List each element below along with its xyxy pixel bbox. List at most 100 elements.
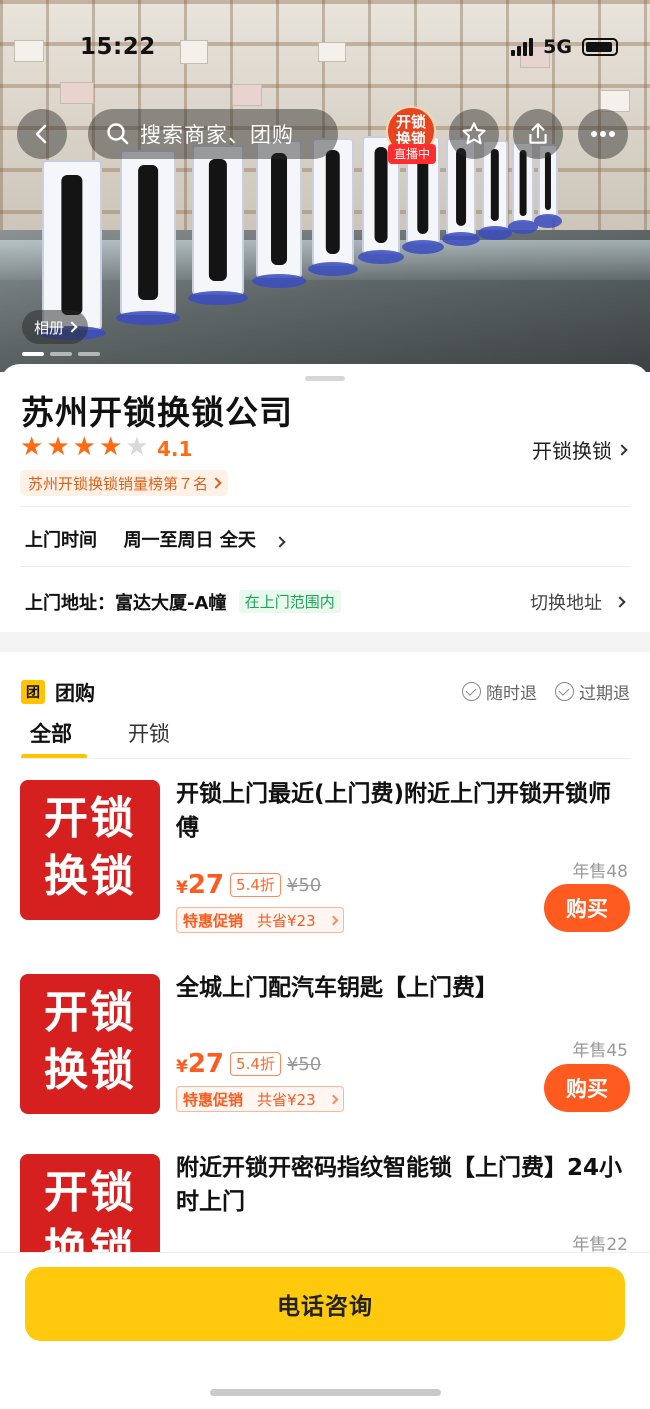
back-icon	[35, 124, 47, 144]
home-indicator	[210, 1389, 441, 1396]
chevron-right-icon	[210, 477, 222, 489]
section-separator	[0, 632, 650, 652]
star-outline-icon	[462, 122, 486, 145]
deal-price: ¥27	[176, 870, 225, 900]
sheet-grabber[interactable]	[305, 376, 345, 381]
call-consult-button[interactable]: 电话咨询	[25, 1267, 625, 1341]
service-time-value: 周一至周日 全天	[123, 530, 256, 551]
deal-title: 全城上门配汽车钥匙【上门费】	[176, 975, 498, 1001]
divider	[20, 566, 630, 567]
check-circle-icon	[462, 682, 481, 701]
deal-sales: 年售45	[572, 1041, 628, 1061]
deal-image: 开锁 换锁	[20, 1154, 160, 1252]
deal-title: 开锁上门最近(上门费)附近上门开锁开锁师傅	[176, 781, 612, 841]
promo-tag: 特惠促销 共省¥23	[176, 907, 344, 933]
shelf-box	[318, 42, 346, 62]
live-tag: 直播中	[388, 144, 436, 164]
share-button[interactable]	[513, 109, 563, 159]
star-filled-icon: ★	[20, 432, 44, 462]
address-label: 上门地址：	[25, 593, 115, 614]
chevron-right-icon	[614, 596, 626, 608]
star-filled-icon: ★	[46, 432, 70, 462]
photo-pager	[22, 352, 100, 356]
live-stream-badge[interactable]: 开锁 换锁 直播中	[386, 106, 438, 166]
divider	[20, 506, 630, 507]
tab-all[interactable]: 全部	[30, 718, 72, 748]
deal-price-row: ¥27 5.4折 ¥50	[176, 870, 321, 900]
shop-name: 苏州开锁换锁公司	[21, 393, 293, 432]
search-bar[interactable]: 搜索商家、团购	[88, 109, 338, 159]
deal-sales: 年售48	[572, 862, 628, 882]
group-buy-icon: 团	[21, 679, 45, 704]
service-time-row[interactable]: 上门时间 周一至周日 全天	[25, 526, 287, 552]
deal-card[interactable]: 开锁 换锁 全城上门配汽车钥匙【上门费】 年售45 ¥27 5.4折 ¥50 特…	[0, 974, 650, 1124]
deal-discount: 5.4折	[230, 1052, 281, 1076]
chevron-right-icon	[274, 536, 287, 548]
star-filled-icon: ★	[72, 432, 96, 462]
battery-icon	[582, 38, 618, 56]
star-empty-icon: ★	[125, 432, 149, 462]
category-link[interactable]: 开锁换锁	[532, 435, 628, 464]
network-label: 5G	[543, 36, 572, 58]
chevron-right-icon	[616, 443, 628, 456]
chevron-right-icon	[328, 915, 339, 925]
buy-button[interactable]: 购买	[544, 884, 630, 932]
shop-info-sheet: 苏州开锁换锁公司 ★ ★ ★ ★ ★ 4.1 开锁换锁 苏州开锁换锁销量榜第７名…	[0, 364, 650, 632]
search-placeholder: 搜索商家、团购	[140, 123, 294, 147]
guarantee-expiry-refund: 过期退	[555, 679, 630, 704]
check-circle-icon	[555, 682, 574, 701]
more-button[interactable]	[578, 109, 628, 159]
status-time: 15:22	[80, 34, 156, 60]
chevron-right-icon	[66, 321, 78, 333]
share-icon	[529, 123, 547, 144]
buy-button[interactable]: 购买	[544, 1064, 630, 1112]
lock-display	[252, 140, 306, 288]
deal-price: ¥27	[176, 1049, 225, 1079]
signal-icon	[511, 38, 534, 56]
address-row: 上门地址：富达大厦-A幢 在上门范围内	[25, 589, 341, 615]
service-time-label: 上门时间	[25, 530, 97, 551]
shelf-box	[232, 84, 262, 106]
rank-label: 苏州开锁换锁销量榜第７名	[28, 474, 209, 493]
deal-original-price: ¥50	[286, 874, 322, 896]
lock-display	[116, 150, 180, 325]
rating-score: 4.1	[157, 437, 193, 461]
bottom-action-bar: 电话咨询	[0, 1252, 650, 1409]
tab-unlock[interactable]: 开锁	[128, 718, 170, 748]
chevron-right-icon	[328, 1094, 339, 1104]
promo-tag: 特惠促销 共省¥23	[176, 1086, 344, 1112]
more-icon	[591, 131, 615, 137]
guarantee-anytime-refund: 随时退	[462, 679, 537, 704]
shelf-box	[14, 40, 44, 62]
deal-original-price: ¥50	[286, 1053, 322, 1075]
star-filled-icon: ★	[98, 432, 123, 462]
deal-sales: 年售22	[572, 1235, 628, 1252]
deal-price-row: ¥27 5.4折 ¥50	[176, 1049, 321, 1079]
back-button[interactable]	[17, 109, 67, 159]
search-icon	[107, 123, 129, 145]
status-indicators: 5G	[511, 36, 618, 58]
hero-photo[interactable]: 15:22 5G 搜索商家、团购 开锁 换锁 直播中 相册	[0, 0, 650, 372]
switch-address-label: 切换地址	[530, 593, 602, 614]
refund-guarantees: 随时退 过期退	[462, 679, 630, 704]
deal-tabs: 全部 开锁	[0, 718, 650, 760]
deal-image: 开锁 换锁	[20, 974, 160, 1114]
album-label: 相册	[34, 318, 65, 337]
deal-discount: 5.4折	[230, 873, 281, 897]
deal-card[interactable]: 开锁 换锁 附近开锁开密码指纹智能锁【上门费】24小时上门 年售22	[0, 1154, 650, 1252]
scope-tag: 在上门范围内	[238, 590, 341, 613]
rating-stars: ★ ★ ★ ★ ★	[20, 434, 149, 460]
lock-display	[188, 145, 248, 305]
rank-tag[interactable]: 苏州开锁换锁销量榜第７名	[20, 470, 229, 496]
switch-address-button[interactable]: 切换地址	[530, 589, 626, 615]
group-buy-title: 团购	[55, 681, 95, 705]
shelf-box	[180, 40, 208, 64]
lock-display	[38, 160, 106, 340]
divider	[20, 758, 630, 759]
deal-card[interactable]: 开锁 换锁 开锁上门最近(上门费)附近上门开锁开锁师傅 年售48 ¥27 5.4…	[0, 780, 650, 933]
favorite-button[interactable]	[449, 109, 499, 159]
album-button[interactable]: 相册	[22, 310, 89, 344]
group-buy-header: 团 团购	[21, 677, 95, 706]
deal-image: 开锁 换锁	[20, 780, 160, 920]
deal-title: 附近开锁开密码指纹智能锁【上门费】24小时上门	[176, 1155, 623, 1215]
